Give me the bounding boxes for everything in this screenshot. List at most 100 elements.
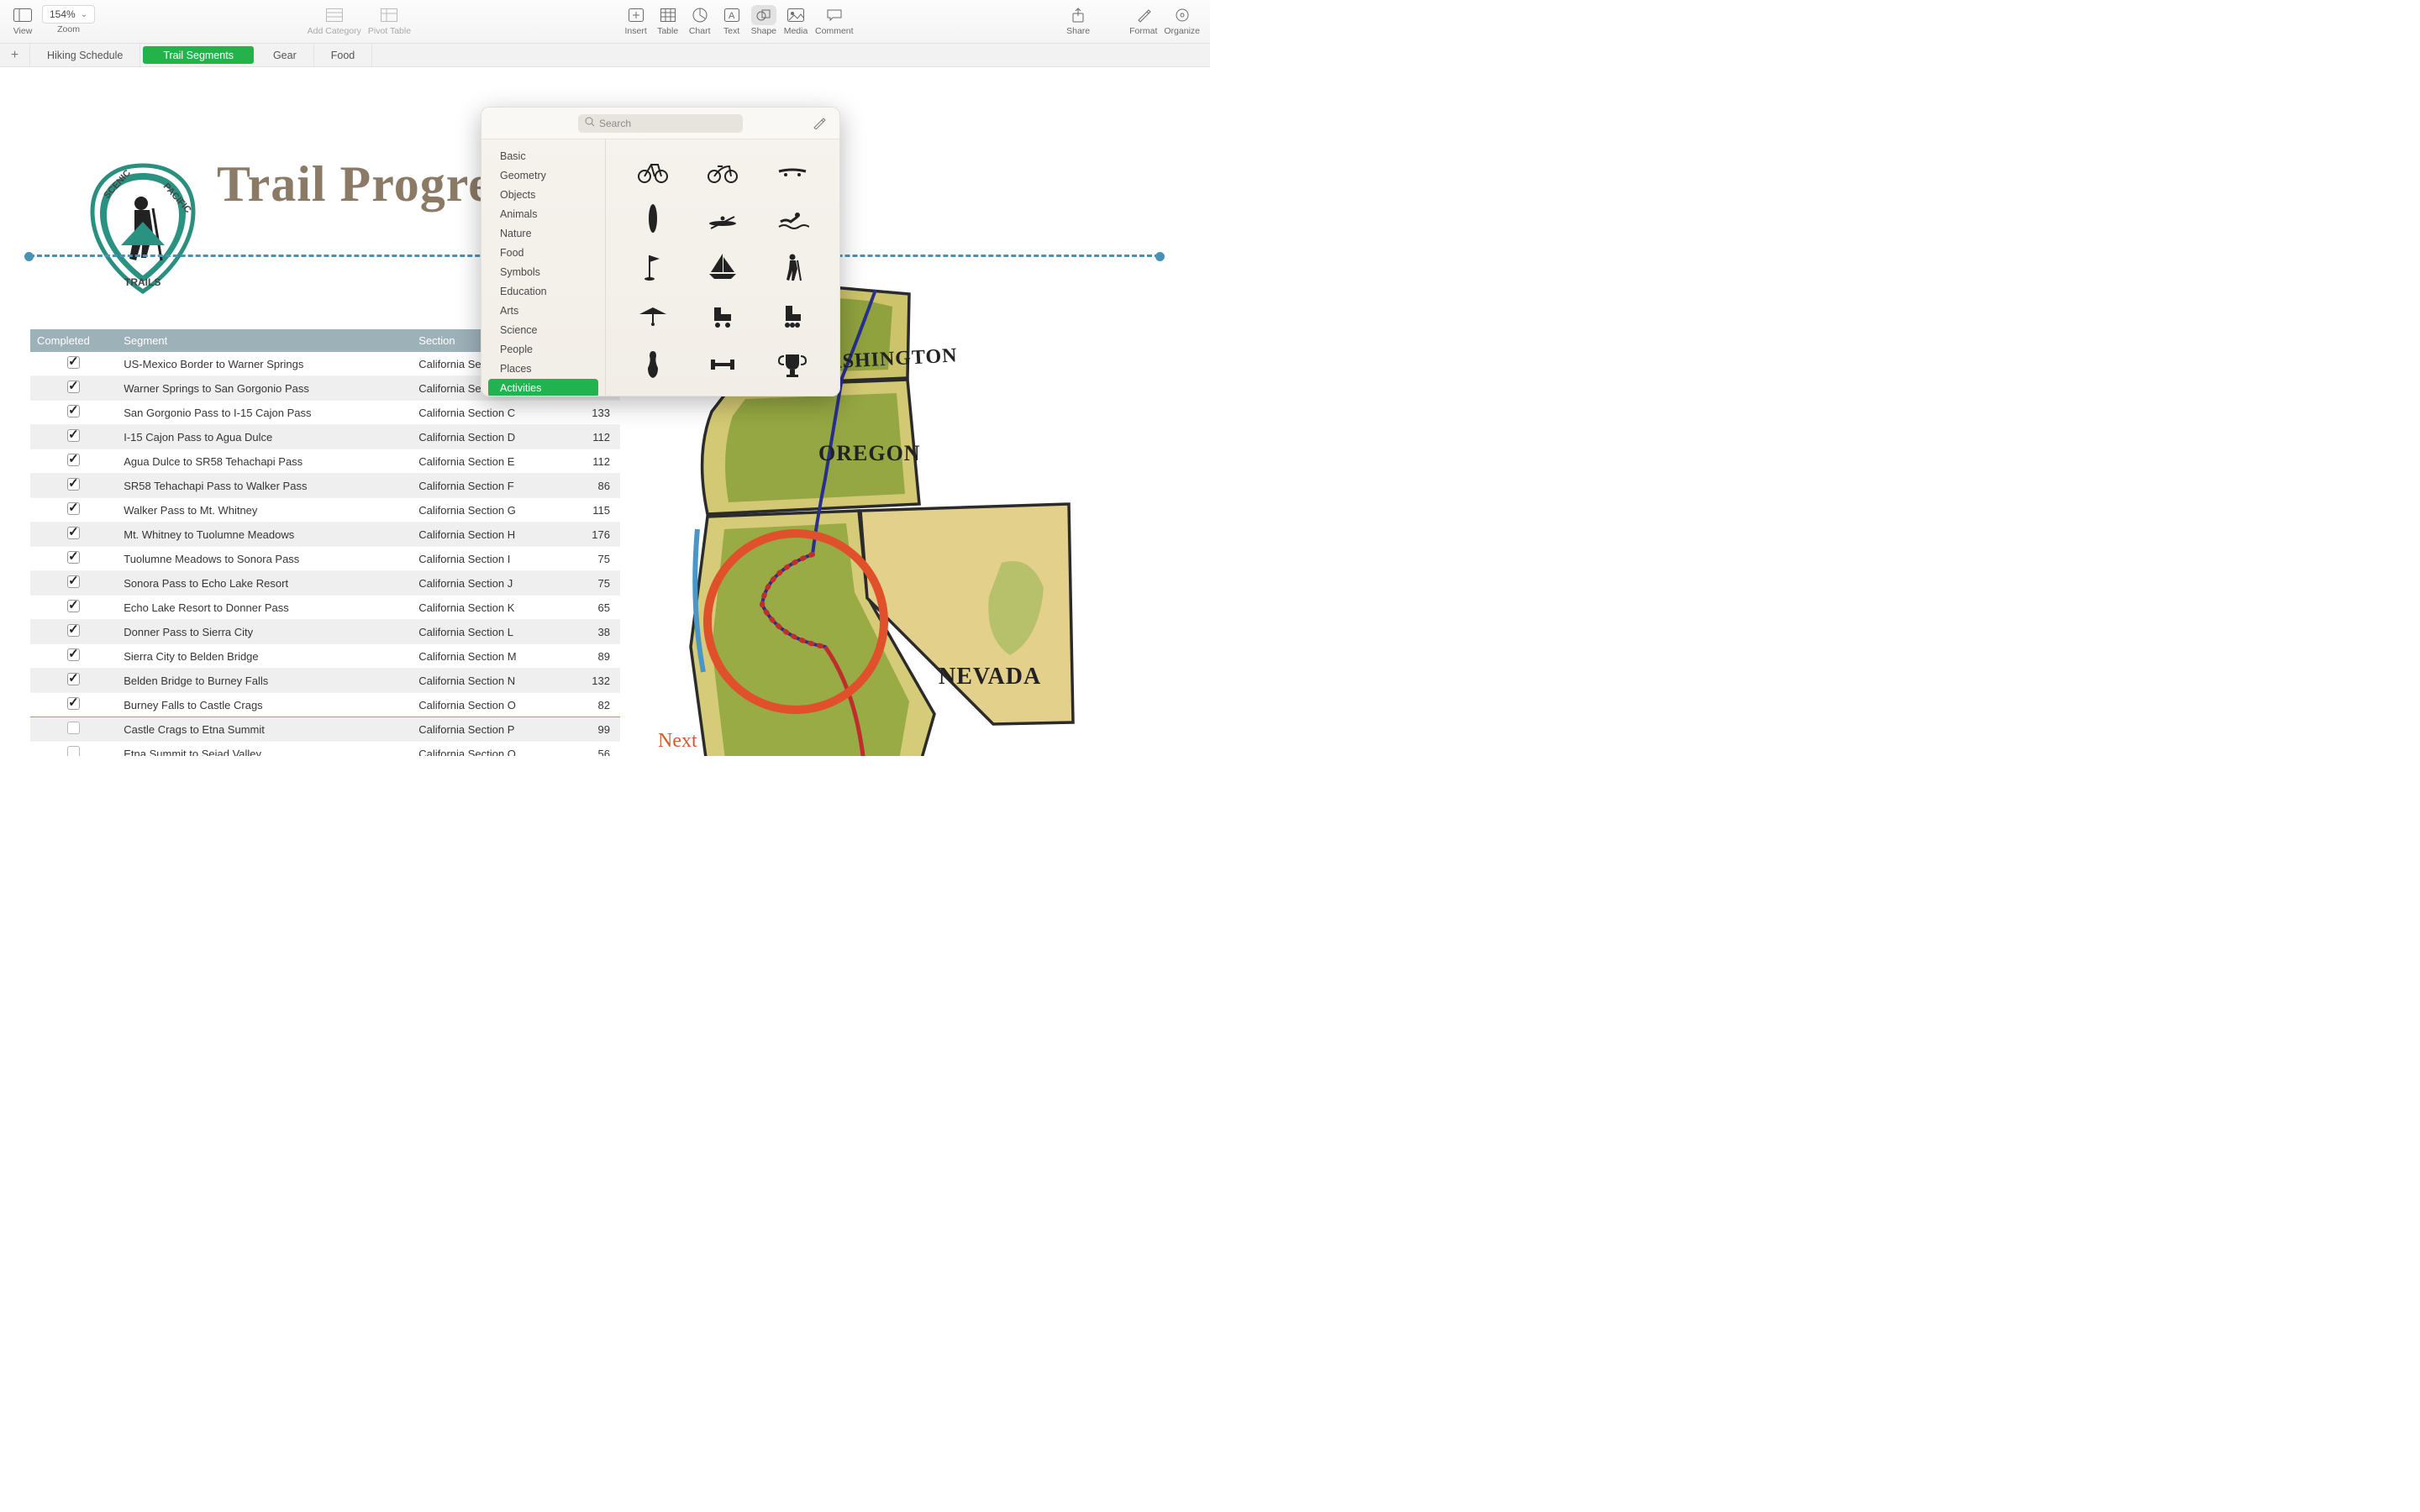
medal-icon[interactable] — [618, 390, 687, 396]
miles-cell[interactable]: 112 — [568, 449, 620, 474]
megaphone-icon[interactable] — [758, 390, 828, 396]
table-row[interactable]: SR58 Tehachapi Pass to Walker PassCalifo… — [30, 474, 620, 498]
add-category-button[interactable]: Add Category — [308, 5, 361, 36]
category-places[interactable]: Places — [488, 360, 598, 378]
kayak-icon[interactable] — [687, 195, 757, 242]
checkbox[interactable] — [67, 381, 80, 393]
section-cell[interactable]: California Section F — [412, 474, 568, 498]
bicycle-icon[interactable] — [618, 146, 687, 193]
dumbbell-icon[interactable] — [687, 341, 757, 388]
media-button[interactable]: Media — [783, 5, 808, 36]
roller-skate-icon[interactable] — [687, 292, 757, 339]
checkbox[interactable] — [67, 722, 80, 734]
miles-cell[interactable]: 112 — [568, 425, 620, 449]
completed-cell[interactable] — [30, 669, 117, 693]
segment-cell[interactable]: Sierra City to Belden Bridge — [117, 644, 412, 669]
col-header-segment[interactable]: Segment — [117, 329, 412, 352]
category-symbols[interactable]: Symbols — [488, 263, 598, 281]
miles-cell[interactable]: 86 — [568, 474, 620, 498]
segment-cell[interactable]: Mt. Whitney to Tuolumne Meadows — [117, 522, 412, 547]
miles-cell[interactable]: 82 — [568, 693, 620, 717]
completed-cell[interactable] — [30, 376, 117, 401]
completed-cell[interactable] — [30, 717, 117, 742]
section-cell[interactable]: California Section E — [412, 449, 568, 474]
segment-cell[interactable]: I-15 Cajon Pass to Agua Dulce — [117, 425, 412, 449]
miles-cell[interactable]: 133 — [568, 401, 620, 425]
checkbox[interactable] — [67, 746, 80, 756]
miles-cell[interactable]: 38 — [568, 620, 620, 644]
category-education[interactable]: Education — [488, 282, 598, 301]
sheet-tab-hiking-schedule[interactable]: Hiking Schedule — [30, 44, 140, 66]
surfboard-icon[interactable] — [618, 195, 687, 242]
shape-category-list[interactable]: BasicGeometryObjectsAnimalsNatureFoodSym… — [481, 139, 606, 396]
completed-cell[interactable] — [30, 522, 117, 547]
checkbox[interactable] — [67, 478, 80, 491]
table-row[interactable]: San Gorgonio Pass to I-15 Cajon PassCali… — [30, 401, 620, 425]
segment-cell[interactable]: Castle Crags to Etna Summit — [117, 717, 412, 742]
completed-cell[interactable] — [30, 401, 117, 425]
segment-cell[interactable]: Warner Springs to San Gorgonio Pass — [117, 376, 412, 401]
category-basic[interactable]: Basic — [488, 147, 598, 165]
segment-cell[interactable]: Belden Bridge to Burney Falls — [117, 669, 412, 693]
segment-cell[interactable]: Sonora Pass to Echo Lake Resort — [117, 571, 412, 596]
category-food[interactable]: Food — [488, 244, 598, 262]
add-sheet-button[interactable]: + — [0, 44, 30, 66]
text-button[interactable]: A Text — [719, 5, 744, 36]
bike-cruiser-icon[interactable] — [687, 146, 757, 193]
miles-cell[interactable]: 75 — [568, 547, 620, 571]
table-row[interactable]: Mt. Whitney to Tuolumne MeadowsCaliforni… — [30, 522, 620, 547]
completed-cell[interactable] — [30, 571, 117, 596]
section-cell[interactable]: California Section L — [412, 620, 568, 644]
checkbox[interactable] — [67, 502, 80, 515]
table-button[interactable]: Table — [655, 5, 681, 36]
checkbox[interactable] — [67, 648, 80, 661]
section-cell[interactable]: California Section H — [412, 522, 568, 547]
segment-cell[interactable]: Echo Lake Resort to Donner Pass — [117, 596, 412, 620]
segment-cell[interactable]: San Gorgonio Pass to I-15 Cajon Pass — [117, 401, 412, 425]
table-row[interactable]: Donner Pass to Sierra CityCalifornia Sec… — [30, 620, 620, 644]
hiker-icon[interactable] — [758, 244, 828, 291]
award-ribbon-icon[interactable] — [687, 390, 757, 396]
bowling-pin-icon[interactable] — [618, 341, 687, 388]
sailboat-icon[interactable] — [687, 244, 757, 291]
segment-cell[interactable]: Donner Pass to Sierra City — [117, 620, 412, 644]
table-row[interactable]: Agua Dulce to SR58 Tehachapi PassCalifor… — [30, 449, 620, 474]
section-cell[interactable]: California Section O — [412, 693, 568, 717]
section-cell[interactable]: California Section C — [412, 401, 568, 425]
completed-cell[interactable] — [30, 498, 117, 522]
segment-cell[interactable]: SR58 Tehachapi Pass to Walker Pass — [117, 474, 412, 498]
category-science[interactable]: Science — [488, 321, 598, 339]
category-people[interactable]: People — [488, 340, 598, 359]
segment-cell[interactable]: US-Mexico Border to Warner Springs — [117, 352, 412, 376]
miles-cell[interactable]: 132 — [568, 669, 620, 693]
section-cell[interactable]: California Section Q — [412, 742, 568, 757]
shape-search-input[interactable]: Search — [578, 114, 743, 133]
miles-cell[interactable]: 176 — [568, 522, 620, 547]
section-cell[interactable]: California Section N — [412, 669, 568, 693]
category-geometry[interactable]: Geometry — [488, 166, 598, 185]
roller-skate-alt-icon[interactable] — [758, 292, 828, 339]
view-button[interactable]: View — [10, 5, 35, 36]
table-row[interactable]: Castle Crags to Etna SummitCalifornia Se… — [30, 717, 620, 742]
checkbox[interactable] — [67, 454, 80, 466]
table-row[interactable]: Sonora Pass to Echo Lake ResortCaliforni… — [30, 571, 620, 596]
completed-cell[interactable] — [30, 352, 117, 376]
table-row[interactable]: Walker Pass to Mt. WhitneyCalifornia Sec… — [30, 498, 620, 522]
completed-cell[interactable] — [30, 547, 117, 571]
category-animals[interactable]: Animals — [488, 205, 598, 223]
completed-cell[interactable] — [30, 596, 117, 620]
pencil-tool-button[interactable] — [813, 116, 826, 132]
miles-cell[interactable]: 65 — [568, 596, 620, 620]
document-canvas[interactable]: SCENIC PACIFIC TRAILS Trail Progress Com… — [0, 67, 1210, 756]
completed-cell[interactable] — [30, 742, 117, 757]
section-cell[interactable]: California Section I — [412, 547, 568, 571]
section-cell[interactable]: California Section G — [412, 498, 568, 522]
segment-cell[interactable]: Burney Falls to Castle Crags — [117, 693, 412, 717]
category-objects[interactable]: Objects — [488, 186, 598, 204]
table-row[interactable]: Burney Falls to Castle CragsCalifornia S… — [30, 693, 620, 717]
table-row[interactable]: Belden Bridge to Burney FallsCalifornia … — [30, 669, 620, 693]
table-row[interactable]: I-15 Cajon Pass to Agua DulceCalifornia … — [30, 425, 620, 449]
segment-cell[interactable]: Walker Pass to Mt. Whitney — [117, 498, 412, 522]
miles-cell[interactable]: 115 — [568, 498, 620, 522]
share-button[interactable]: Share — [1065, 5, 1091, 36]
